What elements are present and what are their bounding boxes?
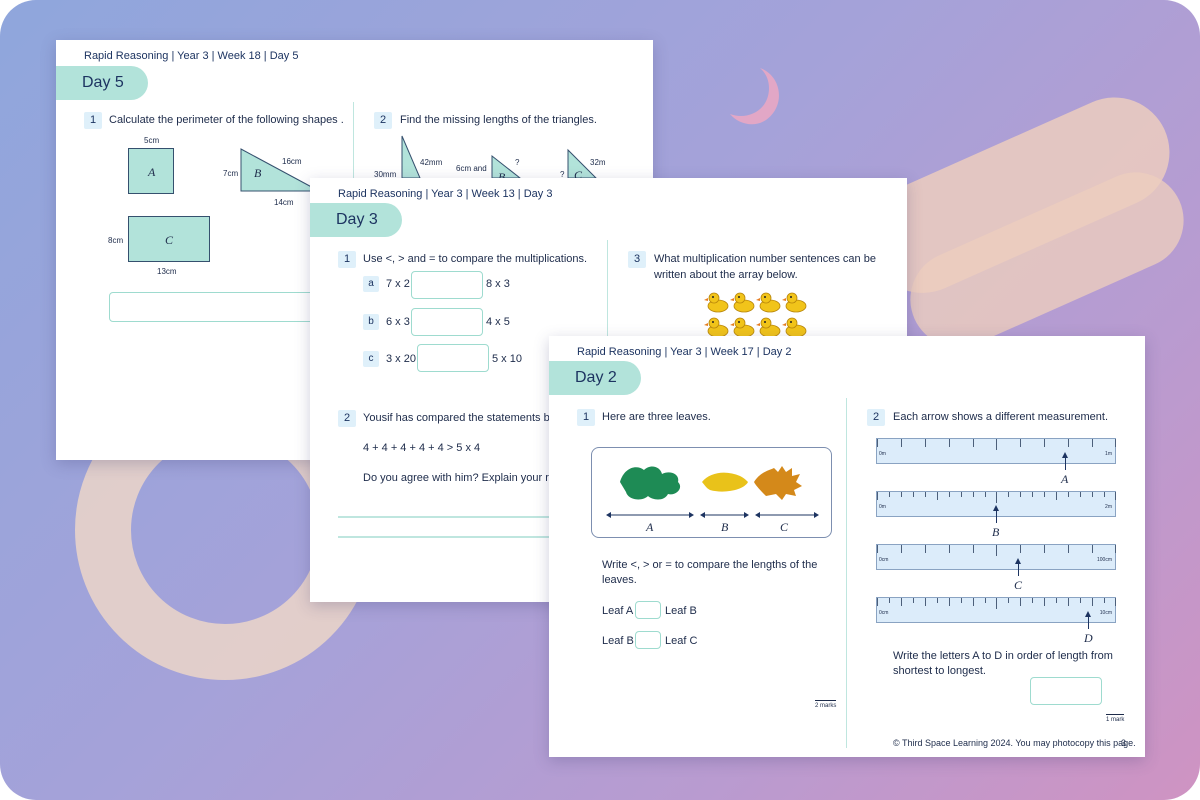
copyright-footer: © Third Space Learning 2024. You may pho… xyxy=(893,738,1136,748)
worksheet-header: Rapid Reasoning | Year 3 | Week 18 | Day… xyxy=(84,50,299,62)
order-answer-box[interactable] xyxy=(1030,677,1102,705)
triangle-label: ? xyxy=(515,158,520,167)
worksheet-header: Rapid Reasoning | Year 3 | Week 13 | Day… xyxy=(338,188,553,200)
comparison-right: Leaf C xyxy=(665,635,698,647)
question-text: Yousif has compared the statements below xyxy=(363,412,573,424)
instruction-text: Write the letters A to D in order of len… xyxy=(893,650,1113,662)
shape-b-bottom-label: 14cm xyxy=(274,198,294,207)
instruction-text: shortest to longest. xyxy=(893,665,986,677)
question-text: Calculate the perimeter of the following… xyxy=(109,114,344,126)
ruler-start-label: 0m xyxy=(879,504,886,510)
comparison-answer-box[interactable] xyxy=(635,601,661,619)
ruler-end-label: 1m xyxy=(1105,451,1112,457)
ruler-a: 0m 1m xyxy=(876,438,1116,464)
sub-question-letter: a xyxy=(363,276,379,292)
arrow-label-b: B xyxy=(992,525,1000,539)
shape-c-bottom-label: 13cm xyxy=(157,267,177,276)
ruler-start-label: 0m xyxy=(879,451,886,457)
statement-text: 4 + 4 + 4 + 4 + 4 > 5 x 4 xyxy=(363,442,481,454)
column-divider xyxy=(846,398,847,748)
shape-letter: C xyxy=(165,233,174,247)
right-triangle-b xyxy=(240,148,320,192)
comparison-right: 8 x 3 xyxy=(486,278,510,290)
shape-letter: A xyxy=(148,165,156,179)
decorative-crescent xyxy=(730,68,779,125)
comparison-right: 5 x 10 xyxy=(492,353,522,365)
shape-b-left-label: 7cm xyxy=(223,169,239,178)
day-tab: Day 2 xyxy=(549,361,641,395)
triangles-diagram xyxy=(401,135,598,179)
shape-letter: B xyxy=(254,166,262,180)
question-text: Do you agree with him? Explain your reas… xyxy=(363,472,573,484)
comparison-left: 3 x 20 xyxy=(386,353,416,365)
question-number: 2 xyxy=(374,112,392,129)
comparison-left: 7 x 2 xyxy=(386,278,410,290)
ruler-d: 0cm 10cm xyxy=(876,597,1116,623)
marks-label: 2 marks xyxy=(815,700,837,709)
triangle-label: 32m xyxy=(590,158,606,167)
page-number: 3 xyxy=(1121,738,1127,748)
triangle-label: 6cm and xyxy=(456,164,487,173)
comparison-answer-box[interactable] xyxy=(635,631,661,649)
ruler-end-label: 2m xyxy=(1105,504,1112,510)
rectangle-shape-c: C xyxy=(128,216,210,262)
ruler-end-label: 100cm xyxy=(1096,557,1112,563)
ruler-c: 0cm 100cm xyxy=(876,544,1116,570)
worksheet-header: Rapid Reasoning | Year 3 | Week 17 | Day… xyxy=(577,346,792,358)
question-number: 3 xyxy=(628,251,646,268)
instruction-text: leaves. xyxy=(602,574,637,586)
leaf-label-a: A xyxy=(646,520,654,534)
question-text: Each arrow shows a different measurement… xyxy=(893,411,1109,423)
question-number: 2 xyxy=(338,410,356,427)
sub-question-letter: b xyxy=(363,314,379,330)
arrow-label-d: D xyxy=(1084,631,1093,645)
question-text: What multiplication number sentences can… xyxy=(654,253,876,265)
day-tab: Day 5 xyxy=(56,66,148,100)
comparison-answer-box[interactable] xyxy=(411,308,483,336)
ruler-start-label: 0cm xyxy=(879,557,889,563)
shape-a-top-label: 5cm xyxy=(144,136,160,145)
comparison-answer-box[interactable] xyxy=(411,271,483,299)
comparison-left: 6 x 3 xyxy=(386,316,410,328)
background-canvas: Rapid Reasoning | Year 3 | Week 18 | Day… xyxy=(0,0,1200,800)
sub-question-letter: c xyxy=(363,351,379,367)
comparison-right: 4 x 5 xyxy=(486,316,510,328)
shape-b-hyp-label: 16cm xyxy=(282,157,302,166)
arrow-label-a: A xyxy=(1061,472,1069,486)
duck-array xyxy=(703,292,807,338)
instruction-text: Write <, > or = to compare the lengths o… xyxy=(602,559,818,571)
ruler-start-label: 0cm xyxy=(879,610,889,616)
comparison-left: Leaf A xyxy=(602,605,634,617)
question-text: Find the missing lengths of the triangle… xyxy=(400,114,597,126)
question-text: written about the array below. xyxy=(654,269,798,281)
shape-c-left-label: 8cm xyxy=(108,236,124,245)
length-arrows xyxy=(606,512,819,518)
worksheet-week17-day2: Rapid Reasoning | Year 3 | Week 17 | Day… xyxy=(549,336,1145,757)
answer-box[interactable] xyxy=(109,292,339,322)
question-number: 2 xyxy=(867,409,885,426)
arrow-label-c: C xyxy=(1014,578,1023,592)
triangle-label: 42mm xyxy=(420,158,443,167)
leaf-label-c: C xyxy=(780,520,789,534)
comparison-answer-box[interactable] xyxy=(417,344,489,372)
question-number: 1 xyxy=(338,251,356,268)
marks-label: 1 mark xyxy=(1106,714,1125,723)
question-text: Here are three leaves. xyxy=(602,411,711,423)
comparison-right: Leaf B xyxy=(665,605,697,617)
leaves-figure: A B C xyxy=(591,447,832,538)
leaves-illustration xyxy=(608,466,802,500)
question-number: 1 xyxy=(84,112,102,129)
leaf-label-b: B xyxy=(721,520,729,534)
comparison-left: Leaf B xyxy=(602,635,634,647)
ruler-end-label: 10cm xyxy=(1099,610,1112,616)
question-text: Use <, > and = to compare the multiplica… xyxy=(363,253,588,265)
question-number: 1 xyxy=(577,409,595,426)
day-tab: Day 3 xyxy=(310,203,402,237)
square-shape-a: A xyxy=(128,148,174,194)
